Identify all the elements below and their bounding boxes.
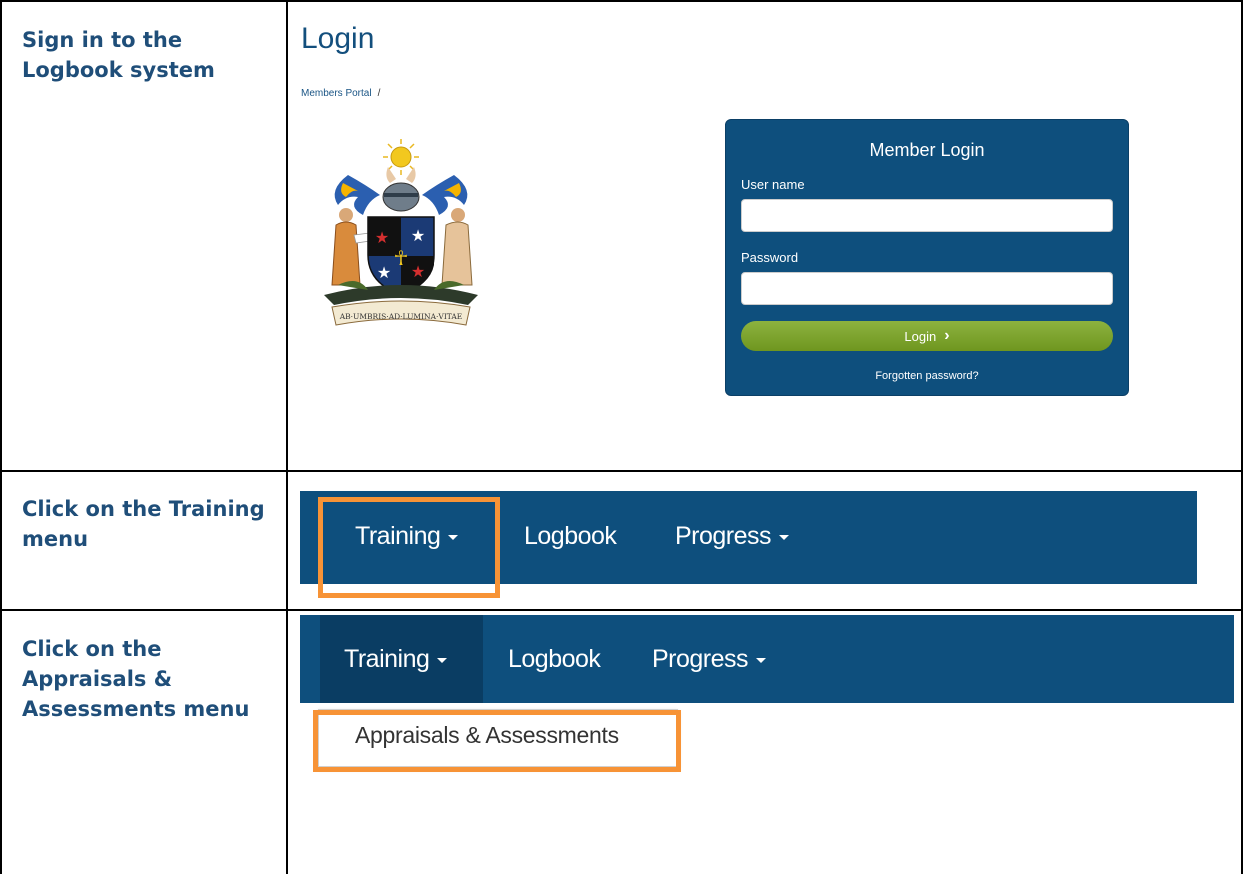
caret-down-icon — [756, 657, 767, 663]
page-title: Login — [301, 22, 375, 55]
breadcrumb-separator: / — [377, 88, 381, 99]
caret-down-icon — [437, 657, 448, 663]
caret-down-icon — [448, 534, 459, 540]
nav-item-label: Training — [344, 645, 430, 673]
nav-item-progress[interactable]: Progress — [652, 645, 767, 674]
nav-item-logbook[interactable]: Logbook — [524, 522, 617, 551]
breadcrumb: Members Portal / — [301, 88, 380, 99]
svg-text:☥: ☥ — [394, 246, 409, 270]
menu-item-appraisals-assessments[interactable]: Appraisals & Assessments — [355, 722, 619, 749]
step-1-label: Sign in to the Logbook system — [22, 28, 215, 82]
nav-item-label: Progress — [652, 645, 749, 673]
coat-of-arms-logo: ★ ★ ★ ★ ☥ AB·UMBRIS·AD·LUMINA·VITAE — [324, 139, 478, 326]
username-label: User name — [741, 177, 805, 192]
left-supporter — [331, 208, 371, 286]
table-column-divider — [286, 0, 288, 874]
nav-item-label: Training — [355, 522, 441, 550]
username-input[interactable] — [741, 199, 1113, 232]
step-3-label: Click on the Appraisals & Assessments me… — [22, 637, 250, 721]
breadcrumb-link-members-portal[interactable]: Members Portal — [301, 88, 372, 99]
nav-item-logbook[interactable]: Logbook — [508, 645, 601, 674]
table-border-top — [0, 0, 1243, 2]
nav-item-training[interactable]: Training — [344, 645, 448, 674]
table-border-left — [0, 0, 2, 874]
table-row-divider — [0, 609, 1243, 611]
nav-bar-step-3: Training Logbook Progress — [300, 615, 1234, 703]
login-heading: Member Login — [869, 140, 985, 160]
login-button[interactable]: Login › — [741, 321, 1113, 351]
right-supporter — [441, 208, 473, 286]
shield: ★ ★ ★ ★ ☥ — [367, 216, 435, 296]
crest-motto: AB·UMBRIS·AD·LUMINA·VITAE — [339, 312, 463, 321]
nav-item-progress[interactable]: Progress — [675, 522, 790, 551]
nav-bar-step-2: Training Logbook Progress — [300, 491, 1197, 584]
nav-item-label: Logbook — [524, 522, 617, 550]
forgot-password-link[interactable]: Forgotten password? — [726, 370, 1128, 382]
nav-item-label: Logbook — [508, 645, 601, 673]
caret-down-icon — [779, 534, 790, 540]
member-login-panel: Member Login User name Password Login › … — [725, 119, 1129, 396]
svg-text:★: ★ — [377, 263, 391, 282]
chevron-right-icon: › — [944, 327, 950, 344]
svg-text:★: ★ — [411, 226, 425, 245]
login-button-label: Login — [904, 328, 937, 344]
nav-item-label: Progress — [675, 522, 772, 550]
step-2-label: Click on the Training menu — [22, 497, 265, 551]
nav-item-training[interactable]: Training — [355, 522, 459, 551]
svg-text:★: ★ — [411, 262, 425, 281]
training-dropdown-menu: Appraisals & Assessments — [318, 709, 678, 767]
svg-text:★: ★ — [375, 228, 389, 247]
table-row-divider — [0, 470, 1243, 472]
password-input[interactable] — [741, 272, 1113, 305]
password-label: Password — [741, 250, 799, 265]
